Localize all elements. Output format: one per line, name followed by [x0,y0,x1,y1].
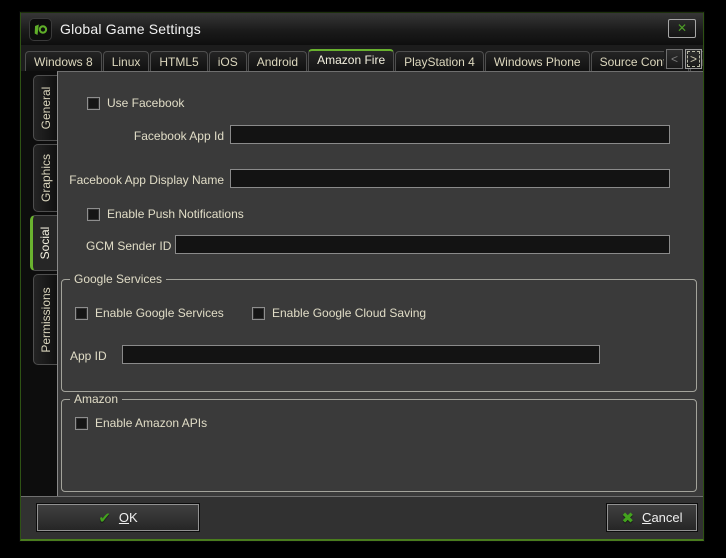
tab-android[interactable]: Android [248,51,307,71]
enable-google-services-checkbox-box[interactable] [75,307,88,320]
google-app-id-label: App ID [70,349,107,363]
tab-ios[interactable]: iOS [209,51,247,71]
titlebar: Global Game Settings ✕ [21,13,703,45]
google-services-group-title: Google Services [70,272,166,286]
ok-check-icon: ✔ [98,509,111,527]
tab-scroll-left-icon[interactable]: < [666,49,683,69]
cancel-button-label: Cancel [642,510,682,525]
close-button[interactable]: ✕ [668,19,696,38]
amazon-group-title: Amazon [70,392,122,406]
facebook-display-name-input[interactable] [230,169,670,188]
tab-scroll-right-icon[interactable]: > [685,49,702,69]
section-tab-strip: General Graphics Social Permissions [21,71,57,496]
platform-tab-bar: Windows 8 Linux HTML5 iOS Android Amazon… [21,45,703,71]
tab-windows-phone[interactable]: Windows Phone [485,51,590,71]
facebook-app-id-label: Facebook App Id [58,129,224,143]
global-game-settings-dialog: Global Game Settings ✕ Windows 8 Linux H… [20,12,704,541]
tab-linux[interactable]: Linux [103,51,150,71]
use-facebook-checkbox-box[interactable] [87,97,100,110]
enable-push-notifications-checkbox[interactable]: Enable Push Notifications [87,207,244,221]
cancel-button[interactable]: ✖ Cancel [607,504,697,531]
enable-google-cloud-saving-checkbox[interactable]: Enable Google Cloud Saving [252,306,426,320]
enable-push-notifications-checkbox-box[interactable] [87,208,100,221]
tab-html5[interactable]: HTML5 [150,51,207,71]
enable-google-cloud-saving-checkbox-box[interactable] [252,307,265,320]
sidetab-general[interactable]: General [33,75,57,141]
enable-amazon-apis-checkbox[interactable]: Enable Amazon APIs [75,416,207,430]
social-settings-panel: Use Facebook Facebook App Id Facebook Ap… [57,71,703,496]
sidetab-social[interactable]: Social [30,215,57,271]
tab-amazon-fire[interactable]: Amazon Fire [308,49,394,71]
tab-playstation-4[interactable]: PlayStation 4 [395,51,484,71]
tab-windows-8[interactable]: Windows 8 [25,51,102,71]
dialog-footer: ✔ OK ✖ Cancel [21,496,703,539]
tab-scroll-controls: < > [664,49,702,69]
enable-google-services-checkbox[interactable]: Enable Google Services [75,306,224,320]
facebook-app-id-input[interactable] [230,125,670,144]
gcm-sender-id-input[interactable] [175,235,670,254]
sidetab-permissions[interactable]: Permissions [33,274,57,365]
ok-button-label: OK [119,510,138,525]
amazon-group: Amazon Enable Amazon APIs [61,399,697,492]
screen-background: { "colors": { "accent_green": "#68b12e",… [0,0,726,558]
facebook-display-name-label: Facebook App Display Name [58,173,224,187]
google-services-group: Google Services Enable Google Services E… [61,279,697,392]
dialog-title: Global Game Settings [60,21,201,37]
enable-amazon-apis-checkbox-box[interactable] [75,417,88,430]
gcm-sender-id-label: GCM Sender ID [86,239,171,253]
use-facebook-checkbox[interactable]: Use Facebook [87,96,184,110]
sidetab-graphics[interactable]: Graphics [33,144,57,212]
ok-button[interactable]: ✔ OK [37,504,199,531]
gamemaker-logo-icon [29,18,52,41]
google-app-id-input[interactable] [122,345,600,364]
cancel-x-icon: ✖ [621,509,634,527]
dialog-body: General Graphics Social Permissions Use … [21,71,703,496]
